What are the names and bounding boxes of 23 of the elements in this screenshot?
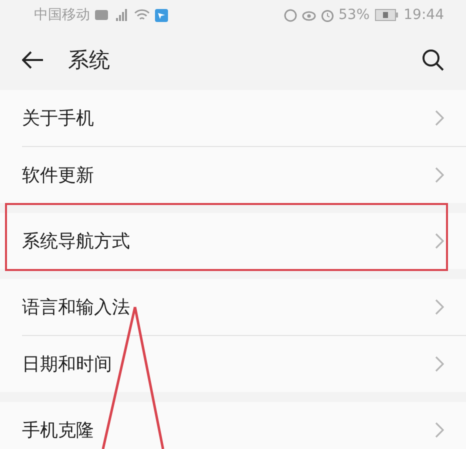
- battery-percent: 53%: [338, 7, 370, 23]
- settings-row[interactable]: 语言和输入法: [22, 279, 466, 336]
- clock-time: 19:44: [404, 7, 444, 23]
- battery-icon: [374, 9, 399, 21]
- back-arrow-icon[interactable]: [22, 51, 44, 69]
- chevron-icon: [435, 110, 444, 126]
- chevron-icon: [435, 233, 444, 249]
- chevron-icon: [435, 299, 444, 315]
- status-icon: [284, 8, 297, 22]
- chevron-icon: [435, 356, 444, 372]
- settings-row[interactable]: 软件更新: [22, 147, 466, 203]
- alarm-icon: [320, 8, 334, 22]
- carrier-name: 中国移动: [34, 6, 90, 24]
- settings-row[interactable]: 关于手机: [22, 90, 466, 147]
- search-icon[interactable]: [422, 49, 444, 71]
- chevron-icon: [435, 167, 444, 183]
- page-title: 系统: [68, 47, 111, 74]
- chevron-icon: [435, 422, 444, 438]
- wifi-icon: [134, 9, 150, 21]
- signal-icon: [113, 9, 129, 21]
- eye-icon: [302, 9, 316, 21]
- settings-row[interactable]: 日期和时间: [22, 336, 466, 392]
- app-icon: [155, 8, 168, 22]
